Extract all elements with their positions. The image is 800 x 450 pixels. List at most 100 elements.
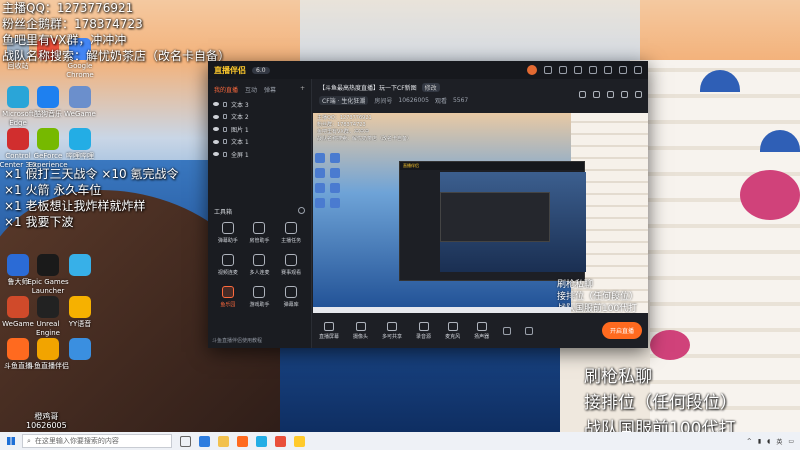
gift-line: ×1 我要下波 [4,215,74,229]
version-badge[interactable]: 6.0 [252,66,270,74]
avatar[interactable] [527,65,537,75]
tool-room-admin[interactable]: 房管助手 [244,221,276,244]
scene-item[interactable]: 文本 3 [208,98,311,111]
message-icon[interactable] [544,66,552,74]
wallpaper-flowers [740,170,800,220]
camera-icon [355,321,366,331]
minimize-icon[interactable] [604,66,612,74]
taskbar-app-icon[interactable] [237,435,248,447]
eye-icon[interactable] [213,152,219,157]
scene-label: 文本 2 [231,114,249,122]
taskbar-app-icon[interactable] [294,435,305,447]
scene-item[interactable]: 全屏 1 [208,148,311,161]
close-icon[interactable] [634,66,642,74]
edit-title-button[interactable]: 修改 [421,83,440,92]
lock-icon[interactable] [223,101,227,107]
main-panel: 【斗鱼最高热度直播】玩一下CF新图 修改 CF端 · 生化狂潮 房间号 1062… [313,79,648,348]
desktop-icon[interactable] [58,254,102,278]
microphone-button[interactable]: 麦克风 [445,321,461,340]
taskbar-app-icon[interactable] [218,435,229,447]
tutorial-link[interactable]: 斗鱼直播伴侣使用教程 [212,337,262,344]
tool-fish-park[interactable]: 鱼乐园 [212,285,244,308]
record-icon[interactable] [503,326,512,335]
share-source-button[interactable]: 多可共享 [382,321,402,340]
maximize-icon[interactable] [619,66,627,74]
tab-my-live[interactable]: 我的直播 [214,85,238,94]
tab-interact[interactable]: 互动 [245,85,257,94]
eye-icon[interactable] [213,114,219,119]
trash-icon[interactable] [593,91,600,98]
tool-danmaku-lib[interactable]: 弹幕库 [275,285,307,308]
app-window: 直播伴侣 6.0 我的直播 互动 弹幕 + 文本 3 文本 2 图片 1 文本 … [208,61,648,348]
scene-item[interactable]: 图片 1 [208,123,311,136]
tool-multi-link[interactable]: 多人连麦 [244,253,276,276]
windows-icon [7,437,15,445]
overlay-line: 战队名称搜索：解忧奶茶店（改名卡自备） [2,49,231,63]
desktop-icon[interactable] [58,338,102,362]
lock-icon[interactable] [223,139,227,145]
task-view-icon[interactable] [180,435,191,447]
app-icon [315,183,325,193]
taskbar: ⌕ 在这里输入你要搜索的内容 ^ ▮ ◖ 英 ▭ [0,432,800,450]
skin-icon[interactable] [559,66,567,74]
volume-icon[interactable]: ◖ [767,438,770,445]
preview-desktop-icons [315,153,340,208]
scene-item[interactable]: 文本 2 [208,111,311,124]
tool-label: 弹幕助手 [217,237,238,244]
add-scene-icon[interactable]: + [300,85,305,94]
tool-game-helper[interactable]: 游戏助手 [244,285,276,308]
camera-source-button[interactable]: 摄像头 [353,321,368,340]
search-box[interactable]: ⌕ 在这里输入你要搜索的内容 [22,434,172,448]
menu-icon[interactable] [589,66,597,74]
tool-match-watch[interactable]: 赛事观看 [275,253,307,276]
notification-icon[interactable]: ▭ [788,438,794,445]
app-icon [330,168,340,178]
eye-icon[interactable] [213,127,219,132]
chevron-up-icon[interactable]: ^ [747,438,752,445]
app-icon [315,198,325,208]
category-badge[interactable]: CF端 · 生化狂潮 [319,96,369,105]
desktop-icon[interactable]: YY语音 [58,296,102,329]
start-live-button[interactable]: 开启直播 [601,322,642,339]
desktop-icon[interactable]: 哔哩哔哩 [58,128,102,161]
speaker-button[interactable]: 扬声器 [474,321,489,340]
settings-icon[interactable] [525,326,534,335]
lock-icon[interactable] [223,151,227,157]
overlay-line: 刷枪私聊 [584,367,652,387]
tool-danmaku-helper[interactable]: 弹幕助手 [212,221,244,244]
toolbox-grid: 弹幕助手 房管助手 主播任务 视频连麦 多人连麦 赛事观看 鱼乐园 游戏助手 弹… [208,221,311,308]
taskbar-app-icon[interactable] [256,435,267,447]
lock-icon[interactable] [223,126,227,132]
scene-item[interactable]: 文本 1 [208,136,311,149]
stream-title: 【斗鱼最高热度直播】玩一下CF新图 [319,85,417,92]
tab-danmaku[interactable]: 弹幕 [264,85,276,94]
lock-icon[interactable] [223,114,227,120]
taskbar-app-icon[interactable] [199,435,210,447]
audio-source-button[interactable]: 录音源 [416,321,431,340]
share-icon[interactable] [635,91,642,98]
ime-indicator[interactable]: 英 [776,437,782,446]
eye-icon[interactable] [213,102,219,107]
layout-icon[interactable] [607,91,614,98]
network-icon[interactable]: ▮ [758,438,761,445]
inner-logo: 直播伴侣 [400,162,584,170]
control-label: 麦克风 [445,333,461,340]
live-preview[interactable]: 主播QQ：1273776921 粉丝群：178374723 鱼吧里有VX群，冲冲… [313,113,648,313]
screen-source-button[interactable]: 直播屏幕 [319,321,339,340]
eye-icon[interactable] [213,139,219,144]
gear-icon[interactable] [298,206,305,214]
tool-streamer-tasks[interactable]: 主播任务 [275,221,307,244]
tool-label: 主播任务 [281,237,302,244]
app-icon [315,153,325,163]
desktop-icon[interactable]: WeGame [58,86,102,119]
system-tray: ^ ▮ ◖ 英 ▭ [747,437,800,446]
taskbar-app-icon[interactable] [275,435,286,447]
app-icon [37,254,59,276]
start-button[interactable] [0,432,22,450]
settings-icon[interactable] [574,66,582,74]
app-icon [69,86,91,108]
tool-video-link[interactable]: 视频连麦 [212,253,244,276]
lock-icon[interactable] [579,91,586,98]
fullscreen-icon[interactable] [621,91,628,98]
scene-label: 文本 3 [231,101,249,109]
